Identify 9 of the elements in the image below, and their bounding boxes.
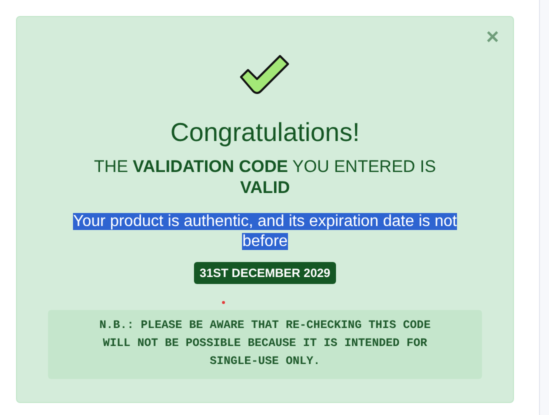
scrollbar[interactable] [539,0,549,415]
close-button[interactable]: × [482,25,503,49]
validation-status-text: THE VALIDATION CODE YOU ENTERED IS VALID [93,156,437,198]
checkmark-icon [239,55,291,97]
expiration-date-badge: 31ST DECEMBER 2029 [194,262,336,284]
authenticity-message: Your product is authentic, and its expiration date is not before [72,212,458,252]
alert-title: Congratulations! [170,117,360,148]
single-use-note: N.B.: PLEASE BE AWARE THAT RE-CHECKING THIS CODE WILL NOT BE POSSIBLE BECAUSE IT IS INTENDED FOR SINGLE-USE ONLY. [48,310,482,379]
dot-mark [222,301,225,304]
